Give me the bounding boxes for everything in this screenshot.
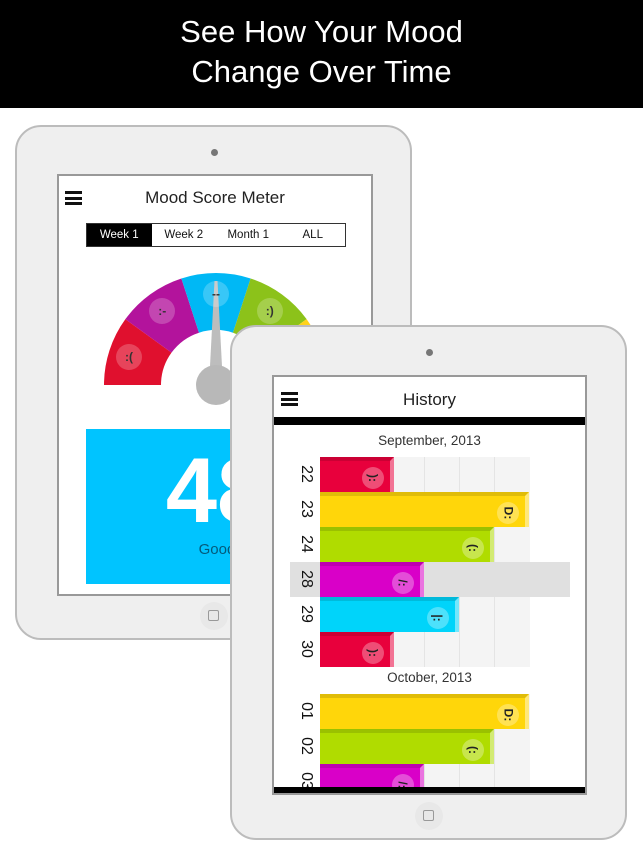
history-row[interactable]: 23 D: bbox=[274, 492, 584, 527]
banner-line-1: See How Your Mood bbox=[180, 14, 463, 49]
mood-face-icon: |: bbox=[427, 607, 449, 629]
mood-bar: /: bbox=[320, 562, 424, 597]
mood-bar: |: bbox=[320, 597, 459, 632]
footer-bar bbox=[274, 787, 585, 793]
day-label: 01 bbox=[298, 702, 315, 720]
month-header: October, 2013 bbox=[387, 670, 472, 685]
gridline bbox=[494, 527, 495, 562]
day-label: 28 bbox=[298, 570, 315, 588]
sad-face-icon: :- bbox=[149, 297, 176, 324]
ipad-front: History September, 2013 22): 23 D: 24 (: 28/: 2… bbox=[230, 325, 627, 840]
day-label: 23 bbox=[298, 500, 315, 518]
mood-bar: (: bbox=[320, 729, 494, 764]
mood-face-icon: ): bbox=[362, 642, 384, 664]
month-header: September, 2013 bbox=[378, 433, 481, 448]
day-label: 30 bbox=[298, 640, 315, 658]
gridline bbox=[494, 632, 495, 667]
mood-face-icon: D: bbox=[497, 502, 519, 524]
camera-icon bbox=[210, 149, 218, 156]
gridline bbox=[424, 632, 425, 667]
history-row[interactable]: 01 D: bbox=[274, 694, 584, 729]
mood-face-icon: /: bbox=[392, 572, 414, 594]
history-row[interactable]: 24 (: bbox=[274, 527, 584, 562]
history-row[interactable]: 29 |: bbox=[274, 597, 584, 632]
history-row[interactable]: 22): bbox=[274, 457, 584, 492]
day-label: 29 bbox=[298, 605, 315, 623]
gridline bbox=[459, 597, 460, 632]
mood-face-icon: D: bbox=[497, 704, 519, 726]
very-sad-face-icon: :( bbox=[115, 343, 142, 370]
neutral-face-icon: -- bbox=[203, 280, 229, 307]
promo-banner: See How Your Mood Change Over Time bbox=[0, 0, 643, 108]
day-label: 22 bbox=[298, 465, 315, 483]
header-divider bbox=[274, 417, 585, 425]
history-row[interactable]: 28 /: bbox=[274, 562, 584, 597]
gridline bbox=[494, 457, 495, 492]
home-button[interactable] bbox=[414, 802, 443, 830]
day-label: 02 bbox=[298, 737, 315, 755]
day-label: 24 bbox=[298, 535, 315, 553]
history-screen: History September, 2013 22): 23 D: 24 (: 28/: 2… bbox=[272, 375, 587, 795]
mood-bar: ): bbox=[320, 457, 394, 492]
camera-icon bbox=[425, 349, 433, 356]
banner-line-2: Change Over Time bbox=[191, 54, 452, 89]
happy-face-icon: :) bbox=[256, 297, 283, 324]
gridline bbox=[424, 457, 425, 492]
mood-bar: D: bbox=[320, 694, 529, 729]
history-row[interactable]: 30): bbox=[274, 632, 584, 667]
history-row[interactable]: 02 (: bbox=[274, 729, 584, 764]
page-title: History bbox=[403, 390, 456, 409]
home-button[interactable] bbox=[199, 602, 228, 630]
gridline bbox=[459, 632, 460, 667]
mood-face-icon: (: bbox=[462, 537, 484, 559]
mood-bar: ): bbox=[320, 632, 394, 667]
gridline bbox=[494, 597, 495, 632]
mood-face-icon: ): bbox=[362, 467, 384, 489]
gridline bbox=[494, 729, 495, 764]
mood-bar: D: bbox=[320, 492, 529, 527]
mood-bar: (: bbox=[320, 527, 494, 562]
mood-face-icon: (: bbox=[462, 739, 484, 761]
gridline bbox=[459, 457, 460, 492]
